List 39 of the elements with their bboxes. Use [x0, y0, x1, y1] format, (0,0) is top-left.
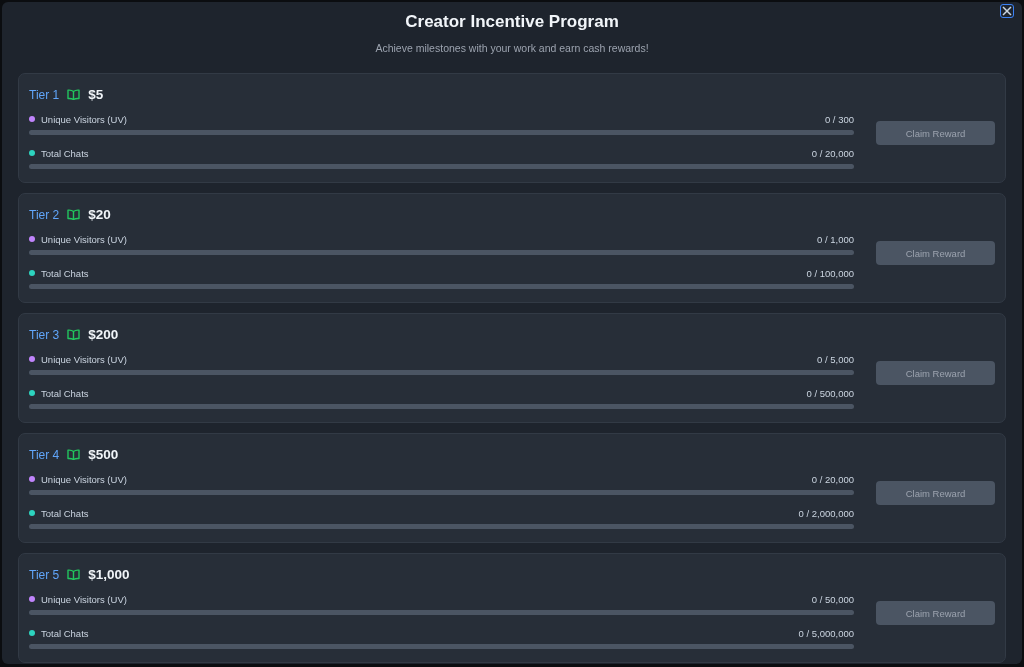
tier-label: Tier 2: [29, 207, 60, 222]
progress-count: 0 / 100,000: [806, 267, 854, 279]
close-button[interactable]: [1000, 4, 1014, 18]
progress-count: 0 / 5,000,000: [798, 627, 854, 639]
metric-label: Unique Visitors (UV): [41, 353, 127, 365]
reward-amount: $5: [88, 87, 104, 102]
book-icon: [67, 569, 81, 580]
reward-amount: $1,000: [88, 567, 130, 582]
progress-count: 0 / 20,000: [811, 473, 854, 485]
metric-label: Unique Visitors (UV): [41, 113, 127, 125]
metric-label: Unique Visitors (UV): [41, 233, 127, 245]
metric-label: Total Chats: [41, 147, 89, 159]
metric-label: Total Chats: [41, 387, 89, 399]
tier-label: Tier 3: [29, 327, 60, 342]
reward-amount: $200: [88, 327, 119, 342]
progress-count: 0 / 2,000,000: [798, 507, 854, 519]
tier-label: Tier 4: [29, 447, 60, 462]
progress-count: 0 / 5,000: [817, 353, 854, 365]
progress-count: 0 / 500,000: [806, 387, 854, 399]
dialog-title: Creator Incentive Program: [404, 12, 620, 32]
metric-label: Unique Visitors (UV): [41, 593, 127, 605]
book-icon: [67, 449, 81, 460]
progress-count: 0 / 20,000: [811, 147, 854, 159]
close-icon: [1002, 6, 1012, 16]
progress-count: 0 / 300: [824, 113, 854, 125]
reward-amount: $500: [88, 447, 119, 462]
progress-count: 0 / 1,000: [817, 233, 854, 245]
tier-label: Tier 5: [29, 567, 60, 582]
reward-amount: $20: [88, 207, 111, 222]
book-icon: [67, 329, 81, 340]
metric-label: Total Chats: [41, 627, 89, 639]
progress-count: 0 / 50,000: [811, 593, 854, 605]
metric-label: Total Chats: [41, 267, 89, 279]
tier-label: Tier 1: [29, 87, 60, 102]
metric-label: Total Chats: [41, 507, 89, 519]
book-icon: [67, 89, 81, 100]
book-icon: [67, 209, 81, 220]
metric-label: Unique Visitors (UV): [41, 473, 127, 485]
dialog-subtitle: Achieve milestones with your work and earn cash rewards!: [374, 41, 650, 55]
